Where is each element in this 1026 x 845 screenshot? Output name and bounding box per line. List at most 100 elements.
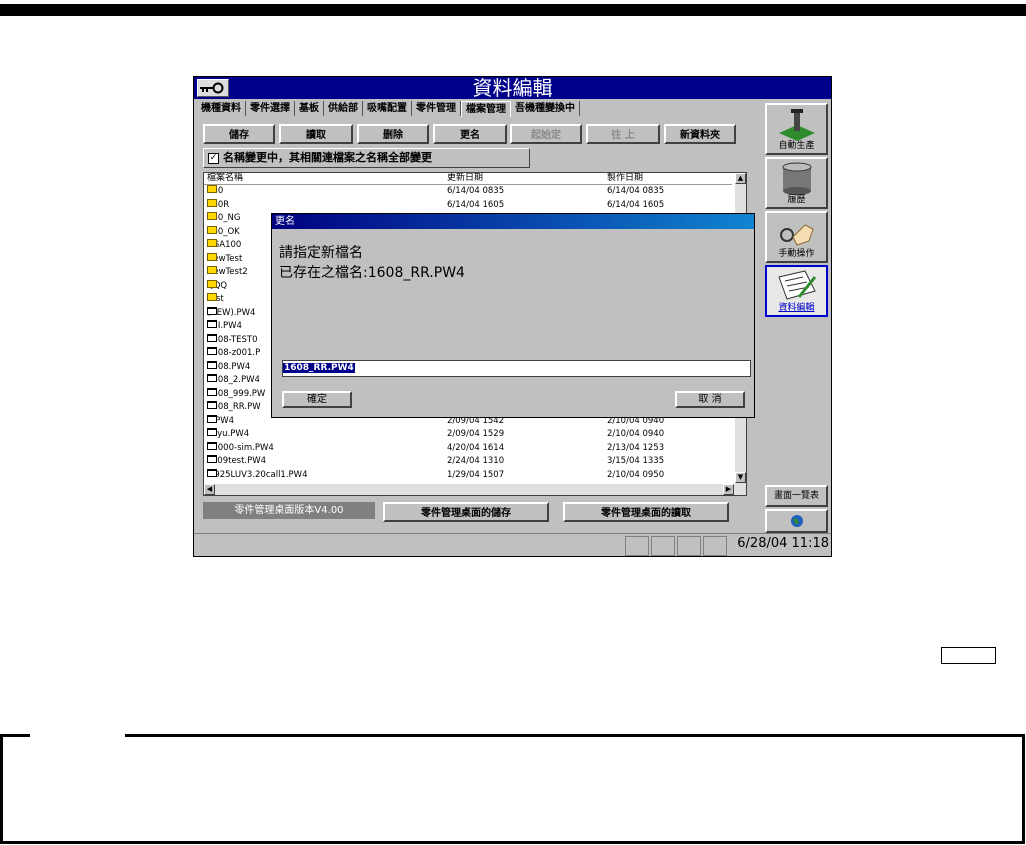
created-cell: 2/10/04 0940: [607, 429, 665, 439]
globe-button[interactable]: [765, 509, 828, 533]
table-row[interactable]: M925LUV3.20call1.PW4 1/29/04 1507 2/10/04 …: [204, 468, 732, 482]
dialog-prompt: 請指定新檔名: [279, 245, 363, 261]
save-button[interactable]: 儲存: [203, 124, 275, 144]
file-name-cell: Test: [207, 293, 224, 306]
file-name-cell: 1608_999.PW: [207, 387, 265, 401]
file-icon: [207, 441, 217, 450]
status-cell: [677, 536, 701, 556]
page-box: [941, 647, 996, 664]
delete-button[interactable]: 删除: [357, 124, 429, 144]
save-desktop-button[interactable]: 零件管理桌面的儲存: [383, 502, 549, 522]
manual-operation-label: 手動操作: [778, 249, 815, 259]
file-name-cell: 1608_2.PW4: [207, 374, 260, 387]
file-name-cell: 860: [207, 185, 223, 198]
table-row[interactable]: 860R 6/14/04 1605 6/14/04 1605: [204, 198, 732, 212]
tab-model-change[interactable]: 吾機種變換中: [511, 101, 580, 116]
file-icon: [207, 387, 217, 396]
tab-model-data[interactable]: 機種資料: [197, 101, 246, 116]
history-button[interactable]: 履歷: [765, 157, 828, 209]
data-edit-button[interactable]: 資料編輯: [765, 265, 828, 317]
tab-part-manage[interactable]: 零件管理: [412, 101, 461, 116]
new-folder-button[interactable]: 新資料夾: [664, 124, 736, 144]
read-button[interactable]: 讀取: [279, 124, 353, 144]
manual-operation-button[interactable]: 手動操作: [765, 211, 828, 263]
auto-production-button[interactable]: 自動生產: [765, 103, 828, 155]
column-name[interactable]: 檔案名稱: [207, 173, 243, 184]
tab-part-select[interactable]: 零件選擇: [246, 101, 295, 116]
file-name-cell: 860_OK: [207, 225, 240, 239]
checkbox[interactable]: ✓: [208, 152, 219, 164]
column-updated[interactable]: 更新日期: [447, 173, 483, 184]
auto-production-label: 自動生產: [778, 141, 815, 151]
horizontal-scrollbar[interactable]: ◀ ▶: [204, 484, 746, 495]
folder-icon: [207, 185, 217, 193]
file-name-cell: 1608.PW4: [207, 360, 250, 374]
folder-icon: [207, 239, 217, 247]
folder-icon: [207, 198, 217, 207]
tab-feeder[interactable]: 供給部: [324, 101, 363, 116]
new-filename-value[interactable]: 1608_RR.PW4: [283, 363, 355, 373]
file-name-cell: 1608-TEST0: [207, 333, 257, 347]
up-button[interactable]: 往 上: [586, 124, 660, 144]
file-name-cell: 860_NG: [207, 212, 240, 225]
ok-button[interactable]: 確定: [282, 391, 352, 408]
column-created[interactable]: 製作日期: [607, 173, 643, 184]
table-row[interactable]: 860 6/14/04 0835 6/14/04 0835: [204, 185, 732, 198]
scroll-up-icon[interactable]: ▲: [735, 173, 746, 184]
tab-bar: 機種資料 零件選擇 基板 供給部 吸嘴配置 零件管理 檔案管理 吾機種變換中: [197, 101, 580, 117]
rename-related-checkbox-row[interactable]: ✓ 名稱變更中，其相關連檔案之名稱全部變更: [203, 148, 530, 168]
tab-file-manage[interactable]: 檔案管理: [461, 101, 511, 117]
file-icon: [207, 374, 217, 382]
screen-list-button[interactable]: 畫面一覽表: [765, 485, 828, 507]
created-cell: 2/10/04 0950: [607, 469, 665, 480]
folder-icon: [207, 212, 217, 220]
rename-dialog: 更名 請指定新檔名 已存在之檔名:1608_RR.PW4 1608_RR.PW4…: [271, 213, 755, 418]
table-row[interactable]: E1000-sim.PW4 4/20/04 1614 2/13/04 1253: [204, 441, 732, 455]
file-name-cell: NewTest: [207, 252, 242, 266]
file-name-cell: 860R: [207, 198, 229, 212]
version-label: 零件管理桌面版本V4.00: [203, 502, 375, 519]
initial-button[interactable]: 起始定: [510, 124, 582, 144]
folder-icon: [207, 225, 217, 234]
edit-document-icon: [777, 270, 816, 300]
updated-cell: 6/14/04 1605: [447, 199, 505, 210]
note-frame: [0, 734, 1025, 844]
new-filename-input[interactable]: 1608_RR.PW4: [282, 360, 751, 377]
folder-icon: [207, 293, 217, 301]
data-edit-label: 資料編輯: [778, 303, 815, 313]
note-frame-gap: [30, 731, 125, 737]
file-icon: [207, 333, 217, 342]
scroll-down-icon[interactable]: ▼: [735, 472, 746, 483]
dialog-existing-name: 已存在之檔名:1608_RR.PW4: [279, 265, 465, 281]
file-name-cell: 1608-z001.P: [207, 347, 260, 360]
tab-board[interactable]: 基板: [295, 101, 324, 116]
file-name-cell: 1608_RR.PW: [207, 401, 261, 414]
file-name-cell: 12I.PW4: [207, 320, 242, 333]
file-name-cell: 5cyu.PW4: [207, 428, 249, 441]
status-cell: [651, 536, 675, 556]
title-bar: 資料編輯: [194, 77, 831, 99]
scroll-left-icon[interactable]: ◀: [204, 484, 215, 495]
table-row[interactable]: F209test.PW4 2/24/04 1310 3/15/04 1335: [204, 455, 732, 468]
file-name-cell: (NEW).PW4: [207, 306, 255, 320]
scroll-right-icon[interactable]: ▶: [723, 484, 734, 495]
tab-nozzle[interactable]: 吸嘴配置: [363, 101, 412, 116]
dialog-title: 更名: [272, 214, 754, 229]
file-name-cell: NewTest2: [207, 266, 248, 279]
history-label: 履歷: [787, 195, 806, 205]
folder-icon: [207, 279, 217, 288]
top-rule: [0, 4, 1026, 16]
window-title: 資料編輯: [472, 76, 553, 100]
file-name-cell: F209test.PW4: [207, 455, 266, 468]
created-cell: 6/14/04 1605: [607, 199, 665, 210]
created-cell: 6/14/04 0835: [607, 186, 665, 196]
table-row[interactable]: 5cyu.PW4 2/09/04 1529 2/10/04 0940: [204, 428, 732, 441]
rename-button[interactable]: 更名: [433, 124, 507, 144]
read-desktop-button[interactable]: 零件管理桌面的讀取: [563, 502, 729, 522]
cancel-button[interactable]: 取 消: [675, 391, 745, 408]
updated-cell: 4/20/04 1614: [447, 442, 505, 453]
updated-cell: 2/09/04 1529: [447, 429, 505, 439]
folder-icon: [207, 252, 217, 261]
file-name-cell: QQQ: [207, 279, 227, 293]
status-cell: [625, 536, 649, 556]
